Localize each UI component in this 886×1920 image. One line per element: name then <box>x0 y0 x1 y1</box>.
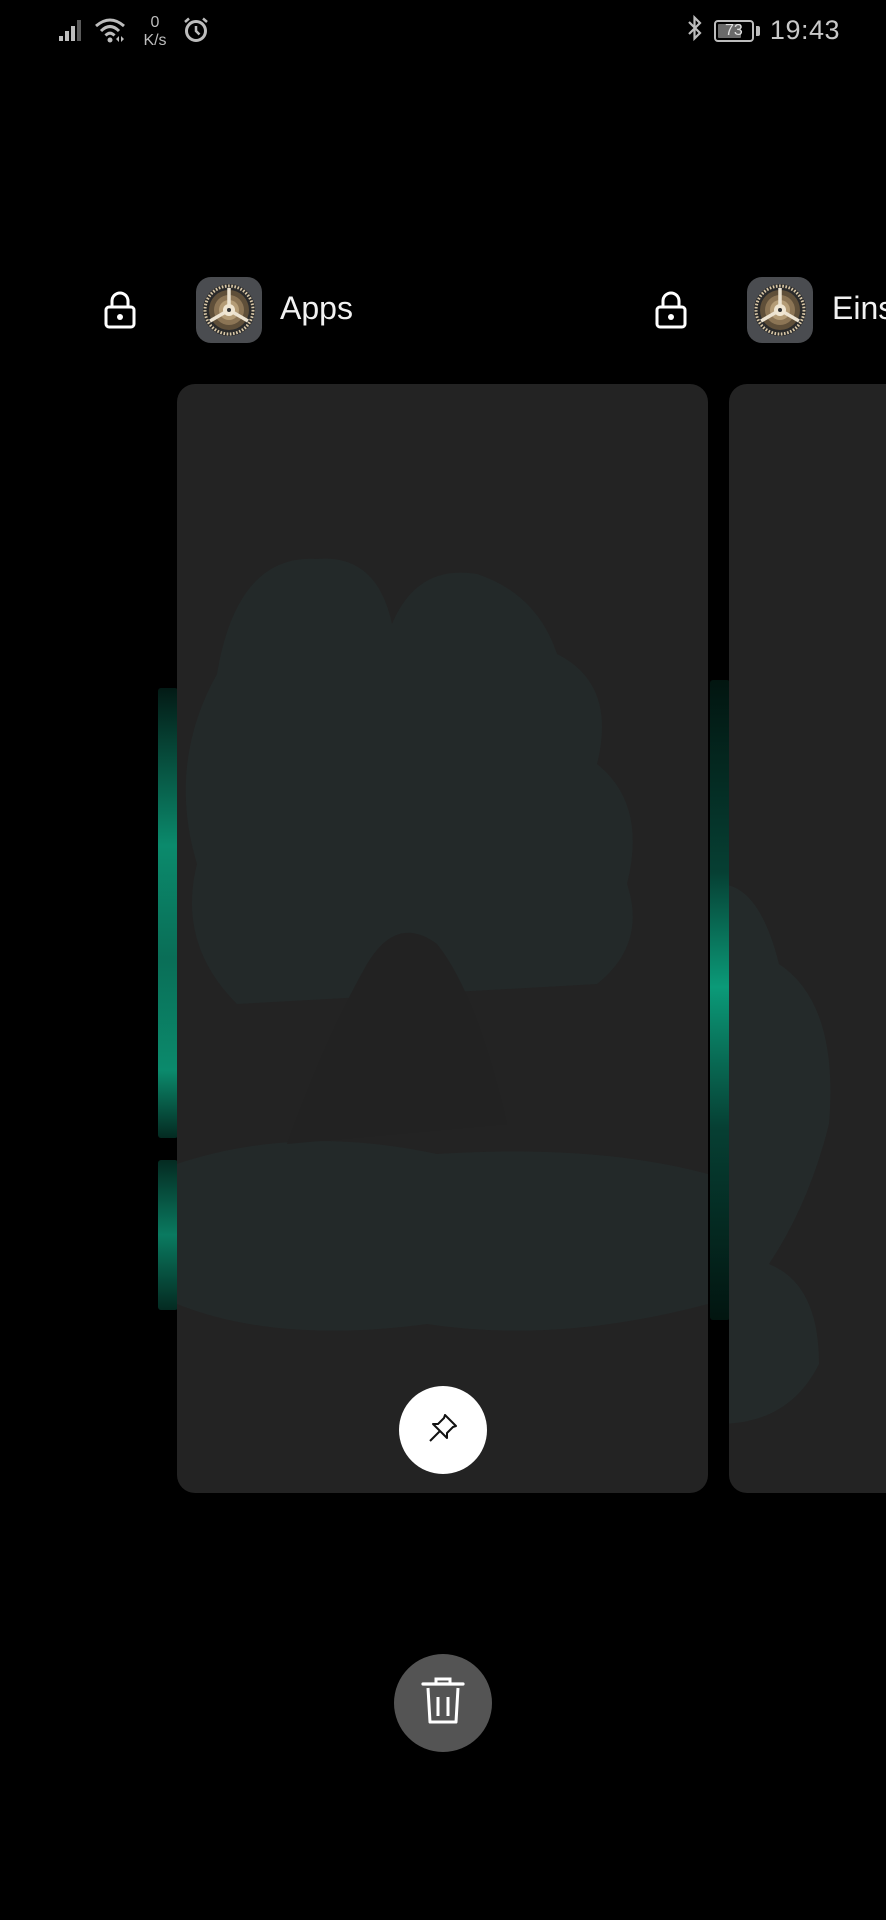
wifi-icon <box>94 17 128 48</box>
network-speed-unit: K/s <box>143 32 167 49</box>
wallpaper-glow <box>158 1160 178 1310</box>
app-title: Apps <box>280 290 353 326</box>
network-speed: 0 K/s <box>138 14 172 50</box>
alarm-icon <box>182 16 210 49</box>
battery-tip <box>755 25 760 36</box>
network-speed-value: 0 <box>150 14 160 31</box>
pin-button[interactable] <box>399 1386 487 1474</box>
settings-gear-icon[interactable] <box>196 277 262 343</box>
recent-app-card[interactable] <box>177 384 708 1493</box>
card-blurred-content <box>177 558 708 1331</box>
lock-icon[interactable] <box>654 290 688 335</box>
wallpaper-glow <box>710 680 730 1320</box>
app-title: Eins <box>832 290 886 326</box>
clock: 19:43 <box>769 15 840 45</box>
trash-icon <box>419 1675 467 1732</box>
signal-icon <box>58 18 84 47</box>
clear-all-button[interactable] <box>394 1654 492 1752</box>
wallpaper-glow <box>158 688 178 1138</box>
battery-icon: 73 <box>713 19 754 42</box>
settings-gear-icon[interactable] <box>747 277 813 343</box>
pin-icon <box>423 1408 463 1453</box>
status-bar-right: 73 19:43 <box>686 14 840 47</box>
battery-level: 73 <box>725 21 743 39</box>
status-bar-left: 0 K/s <box>58 14 210 50</box>
status-bar: 0 K/s 73 19:43 <box>0 0 886 62</box>
card-blurred-content <box>729 885 831 1424</box>
bluetooth-icon <box>686 14 704 47</box>
recent-app-card[interactable] <box>729 384 886 1493</box>
lock-icon[interactable] <box>103 290 137 335</box>
